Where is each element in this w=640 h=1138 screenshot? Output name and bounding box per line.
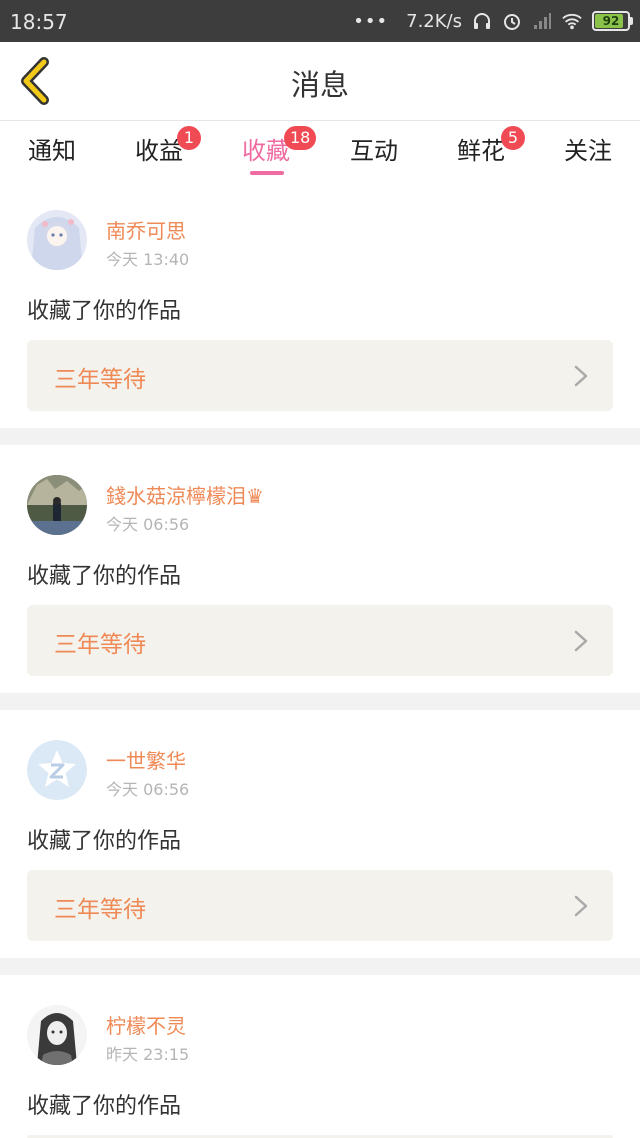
work-link[interactable]: 三年等待 <box>27 340 613 411</box>
signal-icon <box>532 11 552 31</box>
avatar[interactable] <box>27 740 87 800</box>
divider <box>0 693 640 710</box>
avatar[interactable] <box>27 1005 87 1065</box>
timestamp: 昨天 23:15 <box>106 1045 190 1064</box>
timestamp: 今天 06:56 <box>106 515 190 534</box>
list-item: 錢水菇涼檸檬泪♛ 今天 06:56 收藏了你的作品 三年等待 <box>0 445 640 693</box>
divider <box>0 958 640 975</box>
tab-label: 收藏 <box>242 137 290 165</box>
timestamp: 今天 13:40 <box>106 250 190 269</box>
alarm-icon <box>502 11 522 31</box>
work-title: 三年等待 <box>54 897 146 923</box>
list-item: 柠檬不灵 昨天 23:15 收藏了你的作品 <box>0 975 640 1138</box>
list-item: 一世繁华 今天 06:56 收藏了你的作品 三年等待 <box>0 710 640 958</box>
action-text: 收藏了你的作品 <box>27 829 182 854</box>
chevron-right-icon <box>574 895 588 917</box>
tab-badge: 1 <box>177 126 201 150</box>
active-tab-indicator <box>250 171 284 175</box>
work-link[interactable]: 三年等待 <box>27 605 613 676</box>
tab-bar: 通知 收益 1 收藏 18 互动 鲜花 5 关注 <box>0 120 640 181</box>
work-link[interactable]: 三年等待 <box>27 870 613 941</box>
action-text: 收藏了你的作品 <box>27 1094 182 1119</box>
headphones-icon <box>472 11 492 31</box>
notification-dots: ••• <box>353 10 389 32</box>
tab-badge: 18 <box>284 126 317 150</box>
username[interactable]: 柠檬不灵 <box>106 1010 186 1039</box>
tab-label: 关注 <box>564 137 612 165</box>
wifi-icon <box>562 11 582 31</box>
battery-icon: 92 <box>592 11 633 31</box>
tab-earnings[interactable]: 收益 1 <box>123 126 201 166</box>
list-item: 南乔可思 今天 13:40 收藏了你的作品 三年等待 <box>0 180 640 428</box>
header: 消息 <box>0 42 640 120</box>
avatar[interactable] <box>27 210 87 270</box>
status-bar: 18:57 ••• 7.2K/s 92 <box>0 0 640 42</box>
username[interactable]: 南乔可思 <box>106 215 186 244</box>
battery-text: 92 <box>602 14 620 28</box>
status-time: 18:57 <box>10 10 68 34</box>
action-text: 收藏了你的作品 <box>27 299 182 324</box>
network-speed: 7.2K/s <box>406 10 462 32</box>
work-title: 三年等待 <box>54 367 146 393</box>
work-title: 三年等待 <box>54 632 146 658</box>
username[interactable]: 錢水菇涼檸檬泪♛ <box>106 480 264 509</box>
tab-favorites[interactable]: 收藏 18 <box>230 126 317 166</box>
action-text: 收藏了你的作品 <box>27 564 182 589</box>
tab-interactions[interactable]: 互动 <box>338 131 410 166</box>
tab-notifications[interactable]: 通知 <box>16 131 88 166</box>
avatar[interactable] <box>27 475 87 535</box>
divider <box>0 428 640 445</box>
page-title: 消息 <box>290 68 349 102</box>
tab-flowers[interactable]: 鲜花 5 <box>445 126 525 166</box>
tab-label: 互动 <box>350 137 398 165</box>
tab-label: 通知 <box>28 137 76 165</box>
chevron-right-icon <box>574 630 588 652</box>
chevron-right-icon <box>574 365 588 387</box>
username[interactable]: 一世繁华 <box>106 745 186 774</box>
tab-label: 收益 <box>135 137 183 165</box>
tab-badge: 5 <box>501 126 525 150</box>
tab-following[interactable]: 关注 <box>552 131 624 166</box>
tab-label: 鲜花 <box>457 137 505 165</box>
timestamp: 今天 06:56 <box>106 780 190 799</box>
